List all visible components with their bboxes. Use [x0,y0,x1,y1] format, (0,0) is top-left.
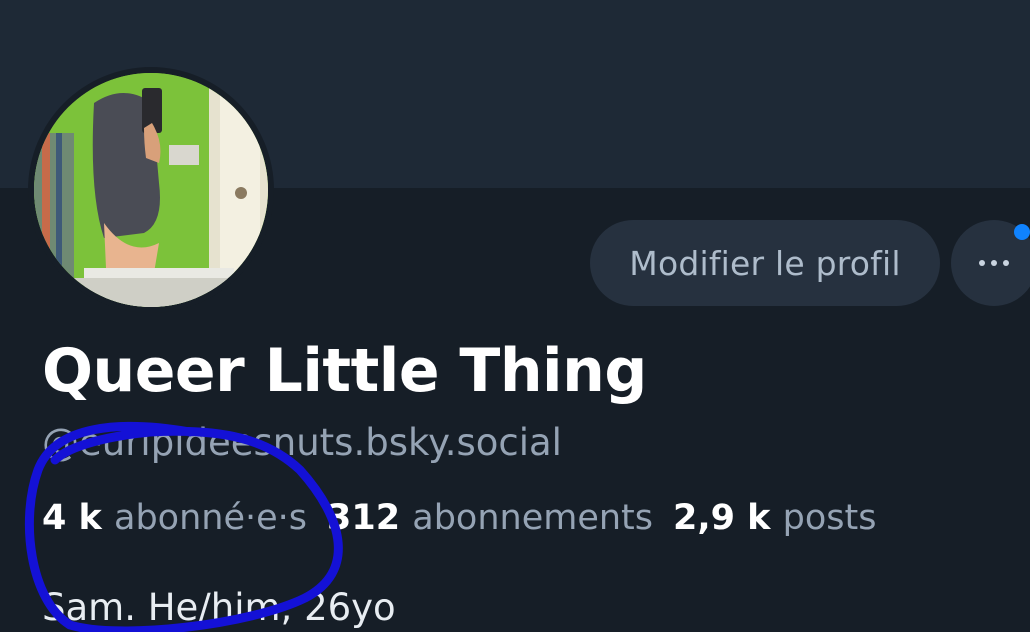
profile-stats: 4 k abonné·e·s 312 abonnements 2,9 k pos… [42,498,896,538]
handle: @euripideesnuts.bsky.social [42,421,562,464]
avatar-image [34,73,268,307]
followers-label: abonné·e·s [114,498,307,538]
posts-stat: 2,9 k posts [673,498,876,538]
edit-profile-label: Modifier le profil [629,243,901,283]
posts-label: posts [782,498,877,538]
display-name: Queer Little Thing [42,336,647,406]
ellipsis-icon [979,260,1009,266]
edit-profile-button[interactable]: Modifier le profil [590,220,940,306]
followers-stat[interactable]: 4 k abonné·e·s [42,498,307,538]
following-count: 312 [327,498,413,538]
avatar[interactable] [34,73,268,307]
notification-dot [1014,224,1030,240]
following-label: abonnements [412,498,653,538]
profile-bio: Sam. He/him, 26yo [42,586,396,629]
following-stat[interactable]: 312 abonnements [327,498,653,538]
posts-count: 2,9 k [673,498,783,538]
followers-count: 4 k [42,498,114,538]
